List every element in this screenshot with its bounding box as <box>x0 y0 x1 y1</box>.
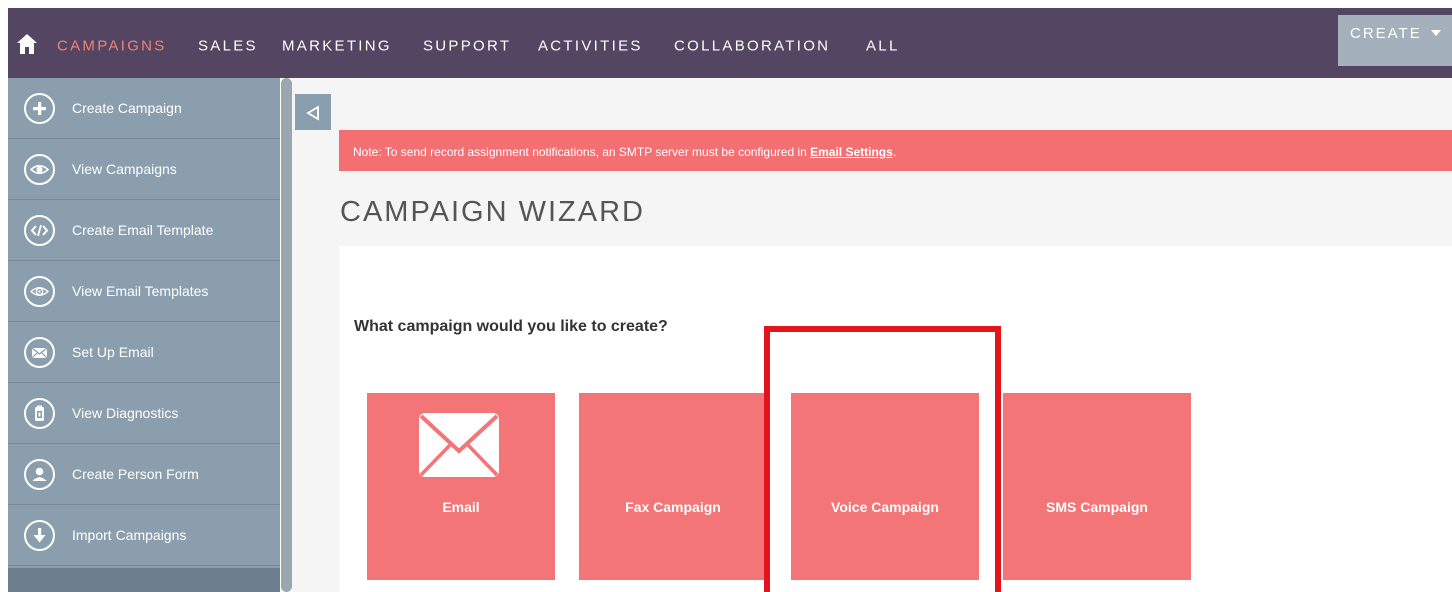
sidebar-item-label: Create Person Form <box>72 466 199 482</box>
email-campaign-tile[interactable]: Email <box>367 393 555 580</box>
nav-support[interactable]: SUPPORT <box>423 38 511 55</box>
sidebar-item-label: View Email Templates <box>72 283 209 299</box>
sidebar-item-create-email-template[interactable]: Create Email Template <box>8 200 280 261</box>
sidebar-footer <box>8 568 280 592</box>
tile-label: Email <box>442 499 480 515</box>
nav-collaboration[interactable]: COLLABORATION <box>674 38 830 55</box>
sidebar-item-view-diagnostics[interactable]: View Diagnostics <box>8 383 280 444</box>
envelope-icon <box>24 337 55 368</box>
sidebar-item-create-person-form[interactable]: Create Person Form <box>8 444 280 505</box>
sidebar-item-label: Import Campaigns <box>72 527 187 543</box>
diagnostics-icon <box>24 398 55 429</box>
create-button-label: CREATE <box>1350 25 1422 42</box>
person-icon <box>24 459 55 490</box>
code-icon <box>24 215 55 246</box>
sidebar-item-label: View Campaigns <box>72 161 177 177</box>
nav-sales[interactable]: SALES <box>198 38 258 55</box>
sidebar: Create Campaign View Campaigns Create Em… <box>8 78 280 592</box>
home-icon[interactable] <box>16 33 38 55</box>
arrow-down-icon <box>24 520 55 551</box>
caret-down-icon <box>1430 30 1441 36</box>
sidebar-collapse-button[interactable] <box>295 94 331 130</box>
smtp-notice-banner: Note: To send record assignment notifica… <box>339 130 1452 171</box>
campaign-type-question: What campaign would you like to create? <box>354 318 668 335</box>
sidebar-item-label: Set Up Email <box>72 344 154 360</box>
triangle-left-icon <box>306 105 319 121</box>
email-eye-icon <box>24 276 55 307</box>
sidebar-item-create-campaign[interactable]: Create Campaign <box>8 78 280 139</box>
sms-campaign-tile[interactable]: SMS Campaign <box>1003 393 1191 580</box>
nav-all[interactable]: ALL <box>866 38 900 55</box>
sidebar-item-view-campaigns[interactable]: View Campaigns <box>8 139 280 200</box>
tile-label: Fax Campaign <box>625 499 721 515</box>
fax-campaign-tile[interactable]: Fax Campaign <box>579 393 767 580</box>
envelope-icon <box>419 413 499 477</box>
sidebar-item-label: Create Campaign <box>72 100 182 116</box>
top-navigation-bar: CAMPAIGNS SALES MARKETING SUPPORT ACTIVI… <box>8 8 1452 78</box>
create-button[interactable]: CREATE <box>1338 15 1452 66</box>
sidebar-item-label: Create Email Template <box>72 222 214 238</box>
plus-icon <box>24 93 55 124</box>
sidebar-item-label: View Diagnostics <box>72 405 179 421</box>
nav-activities[interactable]: ACTIVITIES <box>538 38 643 55</box>
app-root: CAMPAIGNS SALES MARKETING SUPPORT ACTIVI… <box>0 0 1452 592</box>
voice-campaign-highlight-box <box>764 326 1001 592</box>
sidebar-scrollbar[interactable] <box>281 78 292 592</box>
nav-campaigns[interactable]: CAMPAIGNS <box>57 38 167 55</box>
sidebar-item-set-up-email[interactable]: Set Up Email <box>8 322 280 383</box>
notice-suffix: . <box>892 145 897 159</box>
notice-text: Note: To send record assignment notifica… <box>353 145 811 159</box>
sidebar-item-import-campaigns[interactable]: Import Campaigns <box>8 505 280 566</box>
tile-label: SMS Campaign <box>1046 499 1148 515</box>
sidebar-item-view-email-templates[interactable]: View Email Templates <box>8 261 280 322</box>
eye-icon <box>24 154 55 185</box>
email-settings-link[interactable]: Email Settings <box>810 145 893 159</box>
nav-marketing[interactable]: MARKETING <box>282 38 392 55</box>
page-title: CAMPAIGN WIZARD <box>340 196 645 228</box>
